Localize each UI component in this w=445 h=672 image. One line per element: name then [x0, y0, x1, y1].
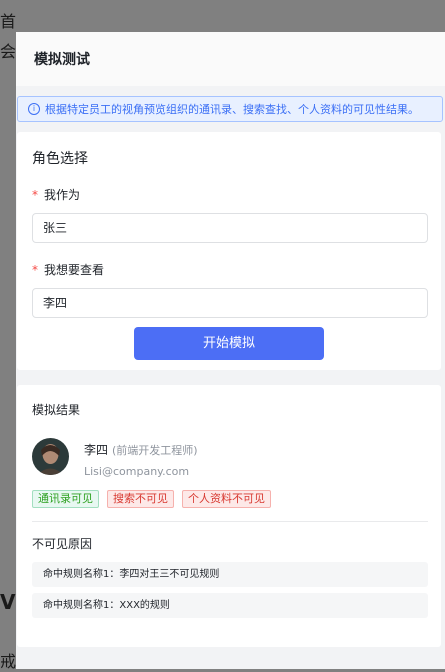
drawer-title: 模拟测试 — [34, 52, 90, 68]
role-selection-card: 角色选择 * 我作为 张三 * 我想要查看 李四 开始模拟 — [17, 132, 441, 370]
target-field-label: * 我想要查看 — [32, 261, 441, 278]
result-card: 模拟结果 李四 (前端开发工程师) Lisi@company.com 通讯录可见 … — [17, 385, 441, 647]
result-card-title: 模拟结果 — [32, 403, 81, 417]
divider — [32, 521, 428, 522]
start-simulation-button[interactable]: 开始模拟 — [134, 327, 324, 360]
reasons-title: 不可见原因 — [32, 537, 93, 551]
reason-item: 命中规则名称1：李四对王三不可见规则 — [32, 562, 428, 587]
person-email: Lisi@company.com — [84, 465, 190, 478]
visibility-tag: 搜索不可见 — [107, 490, 174, 508]
person-name: 李四 — [84, 443, 109, 457]
viewer-label-text: 我作为 — [44, 188, 81, 202]
viewer-field-label: * 我作为 — [32, 186, 441, 203]
info-icon: i — [28, 103, 40, 115]
avatar — [32, 438, 69, 475]
required-mark: * — [32, 188, 38, 202]
visibility-tag: 通讯录可见 — [32, 490, 99, 508]
person-title: (前端开发工程师) — [112, 444, 198, 457]
target-input[interactable]: 李四 — [32, 288, 428, 318]
required-mark: * — [32, 263, 38, 277]
viewer-input[interactable]: 张三 — [32, 213, 428, 243]
background-char: V — [0, 590, 16, 614]
info-alert: i 根据特定员工的视角预览组织的通讯录、搜索查找、个人资料的可见性结果。 — [17, 96, 443, 122]
target-label-text: 我想要查看 — [44, 263, 105, 277]
visibility-tag: 个人资料不可见 — [182, 490, 271, 508]
reason-item: 命中规则名称1：XXX的规则 — [32, 593, 428, 618]
drawer-header: 模拟测试 — [16, 32, 445, 86]
background-char: 会 — [0, 42, 17, 61]
simulation-drawer: 模拟测试 i 根据特定员工的视角预览组织的通讯录、搜索查找、个人资料的可见性结果… — [16, 32, 445, 669]
visibility-tags: 通讯录可见 搜索不可见 个人资料不可见 — [32, 490, 271, 508]
role-card-title: 角色选择 — [32, 151, 88, 167]
background-char: 戒 — [0, 652, 17, 671]
person-name-row: 李四 (前端开发工程师) — [84, 441, 198, 458]
info-alert-text: 根据特定员工的视角预览组织的通讯录、搜索查找、个人资料的可见性结果。 — [45, 103, 419, 116]
background-char: 首 — [0, 12, 17, 31]
